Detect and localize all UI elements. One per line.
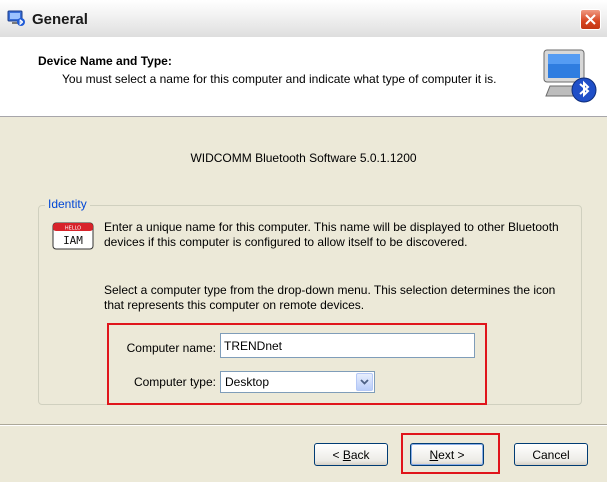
bluetooth-computer-icon bbox=[540, 46, 598, 108]
chevron-down-icon bbox=[360, 379, 369, 385]
svg-text:HELLO: HELLO bbox=[65, 226, 81, 232]
header-subtitle: You must select a name for this computer… bbox=[62, 72, 497, 86]
bluetooth-computer-icon bbox=[6, 8, 26, 28]
window-title: General bbox=[32, 11, 88, 28]
wizard-header: Device Name and Type: You must select a … bbox=[0, 37, 607, 117]
hello-i-am-badge-icon: HELLO IAM bbox=[52, 222, 94, 250]
back-button[interactable]: < Back bbox=[314, 443, 388, 466]
close-button[interactable] bbox=[580, 9, 601, 30]
back-access-key: B bbox=[342, 447, 351, 462]
computer-type-value: Desktop bbox=[225, 375, 270, 389]
name-description: Enter a unique name for this computer. T… bbox=[104, 220, 559, 249]
close-icon bbox=[585, 14, 596, 25]
back-prefix: < bbox=[332, 447, 343, 462]
software-version: WIDCOMM Bluetooth Software 5.0.1.1200 bbox=[190, 151, 417, 165]
footer-separator bbox=[0, 424, 607, 426]
title-bar: General bbox=[0, 0, 607, 38]
computer-type-label: Computer type: bbox=[133, 375, 216, 389]
next-access-key: N bbox=[429, 447, 439, 462]
next-label-rest: ext > bbox=[438, 447, 465, 462]
general-dialog: General Device Name and Type: You must s… bbox=[0, 0, 607, 482]
type-description: Select a computer type from the drop-dow… bbox=[104, 283, 556, 312]
cancel-button[interactable]: Cancel bbox=[514, 443, 588, 466]
header-title: Device Name and Type: bbox=[38, 54, 172, 68]
dropdown-arrow-button[interactable] bbox=[356, 373, 373, 391]
computer-name-label: Computer name: bbox=[126, 341, 216, 355]
back-label-rest: ack bbox=[350, 447, 370, 462]
computer-type-dropdown[interactable]: Desktop bbox=[220, 371, 375, 393]
next-button[interactable]: Next > bbox=[410, 443, 484, 466]
identity-legend: Identity bbox=[45, 197, 90, 211]
svg-text:IAM: IAM bbox=[63, 234, 83, 247]
computer-name-field[interactable] bbox=[220, 333, 475, 358]
